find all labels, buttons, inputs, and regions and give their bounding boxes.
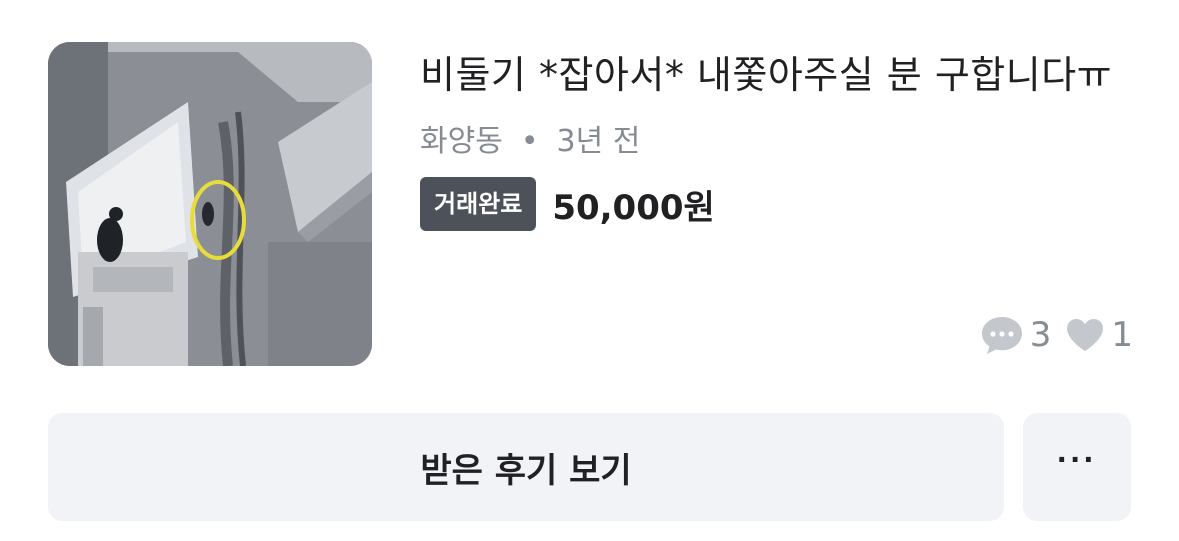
- listing-price: 50,000원: [552, 187, 715, 228]
- more-icon: ···: [1057, 441, 1097, 479]
- meta-separator: •: [520, 124, 539, 159]
- listing-info: 비둘기 *잡아서* 내쫓아주실 분 구합니다ㅠ 화양동 • 3년 전 거래완료 50…: [420, 42, 1120, 232]
- chat-count: 3: [1029, 315, 1052, 355]
- listing-item[interactable]: 비둘기 *잡아서* 내쫓아주실 분 구합니다ㅠ 화양동 • 3년 전 거래완료 50…: [48, 42, 1133, 366]
- pigeon-photo: [48, 42, 372, 366]
- view-reviews-button[interactable]: 받은 후기 보기: [48, 413, 1004, 521]
- listing-time: 3년 전: [556, 124, 641, 159]
- like-count: 1: [1111, 315, 1133, 355]
- status-badge: 거래완료: [420, 177, 537, 231]
- heart-icon: [1067, 319, 1104, 351]
- listing-location: 화양동: [420, 124, 503, 159]
- listing-title[interactable]: 비둘기 *잡아서* 내쫓아주실 분 구합니다ㅠ: [420, 44, 1120, 106]
- chat-bubble-icon: [981, 317, 1022, 354]
- price-row: 거래완료 50,000원: [420, 176, 1120, 232]
- more-options-button[interactable]: ···: [1023, 413, 1131, 521]
- listing-counts: 3 1: [980, 314, 1133, 356]
- listing-thumbnail[interactable]: [48, 42, 372, 366]
- listing-meta: 화양동 • 3년 전: [420, 122, 1120, 162]
